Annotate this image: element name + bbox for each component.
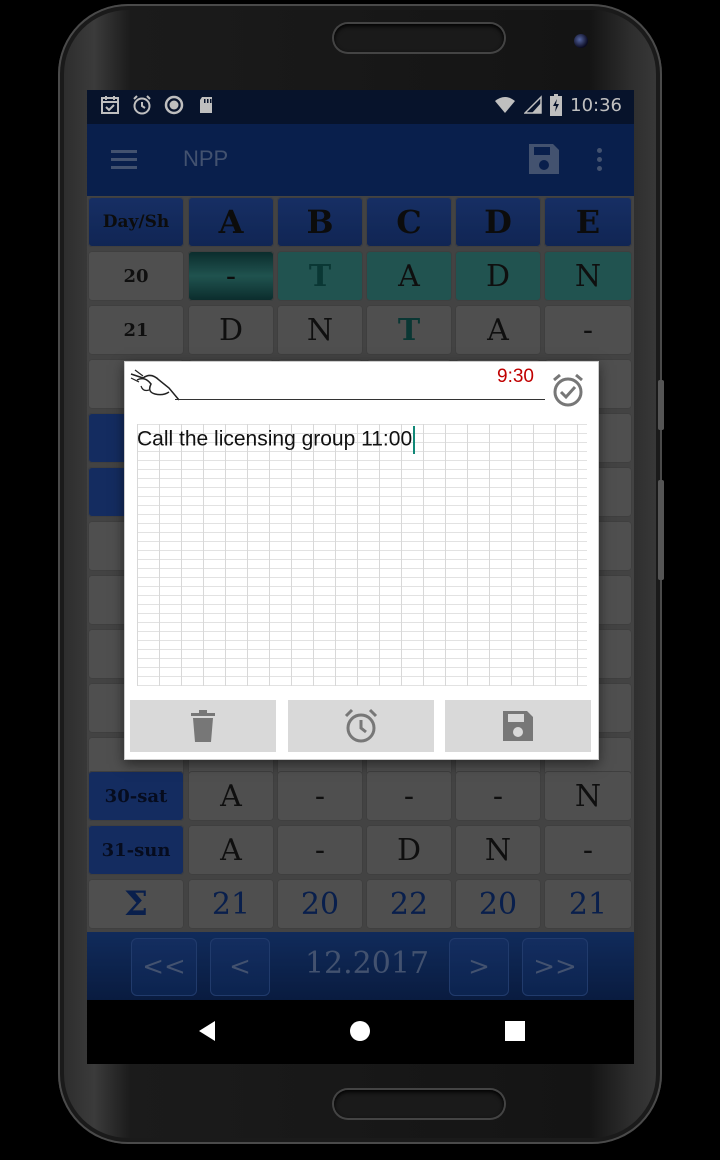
note-dialog: 9:30 Call the licensing group 11:00 bbox=[124, 361, 599, 760]
save-icon bbox=[503, 711, 533, 741]
alarm-time[interactable]: 9:30 bbox=[497, 366, 534, 388]
home-icon[interactable] bbox=[349, 1020, 371, 1042]
delete-button[interactable] bbox=[130, 700, 276, 752]
text-cursor bbox=[413, 426, 416, 454]
recents-icon[interactable] bbox=[505, 1021, 525, 1041]
alarm-check-icon[interactable] bbox=[550, 372, 586, 408]
note-text[interactable]: Call the licensing group 11:00 bbox=[137, 426, 416, 454]
writing-hand-icon bbox=[130, 369, 180, 401]
save-note-button[interactable] bbox=[445, 700, 591, 752]
screen: 10:36 NPP Day/Sh A B C D E 20 - T A D N bbox=[87, 90, 634, 1000]
note-input[interactable] bbox=[137, 424, 587, 686]
set-alarm-button[interactable] bbox=[288, 700, 434, 752]
delete-icon bbox=[191, 710, 215, 742]
top-speaker bbox=[334, 24, 504, 52]
bottom-speaker bbox=[334, 1090, 504, 1118]
volume-button bbox=[658, 380, 664, 430]
back-icon[interactable] bbox=[197, 1020, 217, 1042]
signature-line bbox=[175, 399, 545, 400]
alarm-icon bbox=[344, 708, 378, 743]
power-button bbox=[658, 480, 664, 580]
front-camera bbox=[574, 34, 588, 48]
system-navigation-bar bbox=[87, 1000, 634, 1064]
